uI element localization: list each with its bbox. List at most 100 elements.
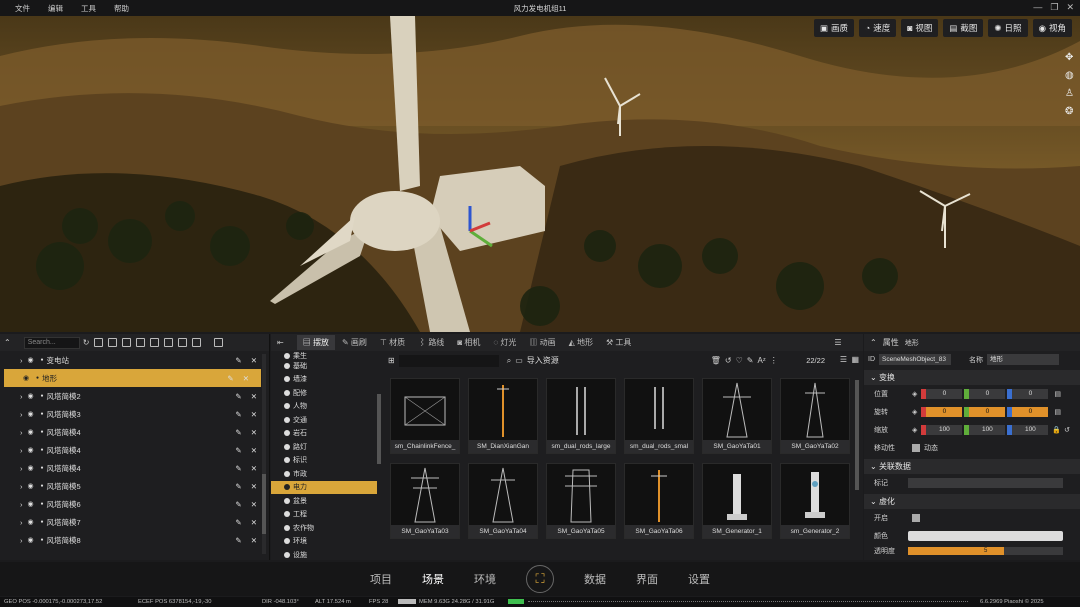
chevron-right-icon[interactable]: ›: [20, 392, 23, 401]
asset-tab[interactable]: ⚒ 工具: [600, 335, 637, 350]
outliner-item[interactable]: › ◉ ● 风塔简模5 ✎ ✕: [0, 477, 269, 495]
collapse-icon[interactable]: ⌃: [4, 338, 11, 347]
outliner-item[interactable]: › ◉ ● 风塔简模4 ✎ ✕: [0, 423, 269, 441]
edit-icon[interactable]: ✎: [235, 464, 241, 473]
delete-icon[interactable]: ✕: [251, 392, 257, 401]
position-z[interactable]: 0: [1012, 389, 1049, 399]
virtual-section[interactable]: ⌄ 虚化: [864, 494, 1080, 509]
asset-tab[interactable]: ◙ 相机: [451, 335, 486, 350]
visibility-icon[interactable]: ◉: [28, 482, 38, 490]
rotation-z[interactable]: 0: [1012, 407, 1049, 417]
rotation-y[interactable]: 0: [969, 407, 1006, 417]
edit-icon[interactable]: ✎: [235, 446, 241, 455]
edit-icon[interactable]: ✎: [235, 518, 241, 527]
category-item[interactable]: 配修: [271, 386, 377, 400]
globe-icon[interactable]: ◍: [1065, 70, 1074, 81]
nav-data[interactable]: 数据: [584, 571, 606, 587]
category-item[interactable]: 环境: [271, 535, 377, 549]
focus-icon[interactable]: [94, 338, 104, 347]
lock-icon[interactable]: 🔒: [1052, 426, 1061, 434]
id-field[interactable]: SceneMeshObject_83: [879, 354, 951, 365]
settings-globe-icon[interactable]: ❂: [1065, 106, 1074, 117]
scale-y[interactable]: 100: [969, 425, 1006, 435]
edit-icon[interactable]: ✎: [235, 392, 241, 401]
tree-icon[interactable]: ⊞: [388, 356, 395, 365]
asset-card[interactable]: sm_dual_rods_large: [546, 378, 616, 454]
outliner-item[interactable]: ◉ ● 地形 ✎ ✕: [4, 369, 261, 387]
scale-z[interactable]: 100: [1012, 425, 1049, 435]
nav-settings[interactable]: 设置: [688, 571, 710, 587]
timeline-track[interactable]: [528, 601, 968, 602]
asset-card[interactable]: sm_dual_rods_smal: [624, 378, 694, 454]
outliner-item[interactable]: › ◉ ● 风塔简模6 ✎ ✕: [0, 495, 269, 513]
import-icon[interactable]: ▭: [515, 356, 523, 365]
import-assets-button[interactable]: 导入资源: [527, 355, 559, 366]
category-item[interactable]: 岩石: [271, 427, 377, 441]
mobility-checkbox[interactable]: [912, 444, 920, 452]
filter-icon[interactable]: ⋮: [770, 356, 778, 365]
asset-card[interactable]: SM_GaoYaTa03: [390, 463, 460, 539]
edit-icon[interactable]: ✎: [747, 356, 754, 365]
outliner-item[interactable]: › ◉ ● 风塔简模4 ✎ ✕: [0, 459, 269, 477]
perspective-button[interactable]: ◉ 视角: [1032, 19, 1072, 37]
history-icon[interactable]: ↺: [725, 356, 732, 365]
asset-grid-scrollbar[interactable]: [855, 380, 859, 490]
nav-scene[interactable]: 场景: [422, 571, 444, 587]
asset-card[interactable]: SM_GaoYaTa06: [624, 463, 694, 539]
rotation-x[interactable]: 0: [926, 407, 963, 417]
asset-card[interactable]: sm_Generator_2: [780, 463, 850, 539]
restore-icon[interactable]: ❐: [1050, 2, 1058, 13]
move-icon[interactable]: ✥: [1065, 52, 1074, 63]
search-icon[interactable]: ⌕: [507, 356, 511, 366]
category-scrollbar[interactable]: [377, 394, 381, 464]
category-item[interactable]: 乘生: [271, 352, 377, 360]
visibility-icon[interactable]: ◉: [28, 518, 38, 526]
sort-icon[interactable]: Aᶻ: [757, 356, 765, 365]
scale-x[interactable]: 100: [926, 425, 963, 435]
category-item[interactable]: 交通: [271, 413, 377, 427]
chevron-right-icon[interactable]: ›: [20, 356, 23, 365]
delete-icon[interactable]: ✕: [251, 356, 257, 365]
edit-icon[interactable]: ✎: [235, 410, 241, 419]
delete-icon[interactable]: 🗑: [711, 356, 721, 365]
camera-icon[interactable]: [122, 338, 132, 347]
outliner-item[interactable]: › ◉ ● 变电站 ✎ ✕: [0, 351, 269, 369]
delete-icon[interactable]: ✕: [251, 446, 257, 455]
name-field[interactable]: 地形: [987, 354, 1059, 365]
asset-tab[interactable]: ⌇ 路线: [412, 335, 450, 350]
screenshot-button[interactable]: ▤ 截图: [943, 19, 984, 37]
delete-icon[interactable]: ✕: [251, 410, 257, 419]
panel-icon[interactable]: [214, 338, 224, 347]
chevron-right-icon[interactable]: ›: [20, 464, 23, 473]
category-item[interactable]: 农作物: [271, 521, 377, 535]
chevron-right-icon[interactable]: ›: [20, 482, 23, 491]
add-icon[interactable]: [178, 338, 188, 347]
outliner-scrollbar[interactable]: [262, 354, 266, 554]
category-item[interactable]: 市政: [271, 467, 377, 481]
category-item[interactable]: 电力: [271, 480, 377, 494]
delete-icon[interactable]: ✕: [243, 374, 249, 383]
asset-card[interactable]: SM_GaoYaTa02: [780, 378, 850, 454]
film-icon[interactable]: [136, 338, 146, 347]
asset-search-input[interactable]: [398, 354, 499, 367]
calendar-icon[interactable]: [192, 338, 202, 347]
asset-tab[interactable]: ◌ 灯光: [487, 335, 522, 350]
favorite-icon[interactable]: ♡: [736, 356, 743, 365]
nav-interface[interactable]: 界面: [636, 571, 658, 587]
delete-icon[interactable]: ✕: [251, 464, 257, 473]
visibility-icon[interactable]: ◉: [28, 392, 38, 400]
color-swatch[interactable]: [908, 531, 1063, 541]
menu-file[interactable]: 文件: [6, 3, 39, 14]
category-item[interactable]: 墙漆: [271, 373, 377, 387]
category-item[interactable]: 盆景: [271, 494, 377, 508]
edit-icon[interactable]: ✎: [235, 500, 241, 509]
collapse-icon[interactable]: ⌃: [870, 338, 877, 347]
category-item[interactable]: 人物: [271, 400, 377, 414]
outliner-item[interactable]: › ◉ ● 风塔简模8 ✎ ✕: [0, 531, 269, 549]
visibility-icon[interactable]: ◉: [28, 446, 38, 454]
app-logo-icon[interactable]: ⛶: [526, 565, 554, 593]
chevron-right-icon[interactable]: ›: [20, 518, 23, 527]
category-item[interactable]: 设施: [271, 548, 377, 560]
category-item[interactable]: 工程: [271, 508, 377, 522]
close-icon[interactable]: ✕: [1066, 2, 1074, 13]
